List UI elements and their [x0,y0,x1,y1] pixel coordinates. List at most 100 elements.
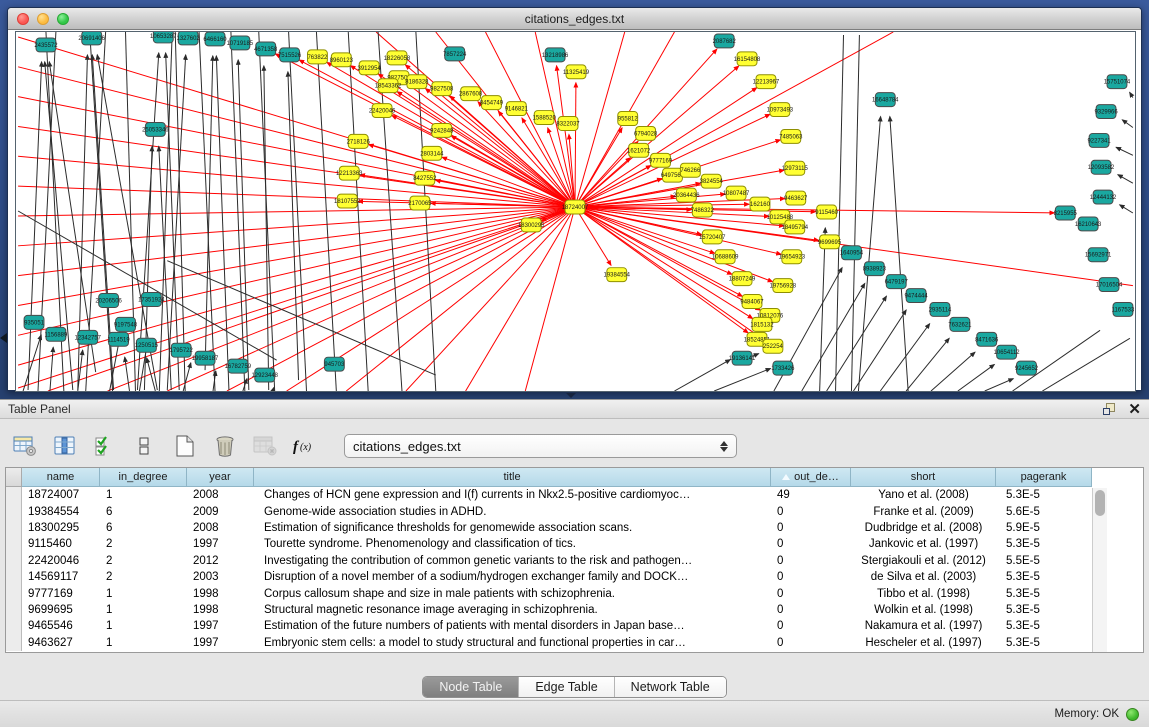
table-row[interactable]: 1938455462009Genome-wide association stu… [6,503,1143,519]
graph-node[interactable]: 2435572 [34,38,58,52]
citation-edge-red[interactable] [575,83,576,207]
tab-node-table[interactable]: Node Table [423,677,519,697]
citation-edge-red[interactable] [48,207,575,391]
graph-node[interactable]: 6466160 [203,32,227,46]
table-cell[interactable]: 6 [100,503,187,519]
table-cell[interactable]: 1 [100,585,187,601]
graph-node[interactable]: 20364436 [673,188,700,202]
table-row[interactable]: 977716911998Corpus callosum shape and si… [6,585,1143,601]
table-row[interactable]: 2242004622012Investigating the contribut… [6,553,1143,569]
table-cell[interactable]: 5.3E-5 [996,569,1092,585]
row-options-icon[interactable] [132,433,158,459]
graph-node[interactable]: 2718126 [347,134,371,148]
citation-edge-black[interactable] [1042,338,1130,391]
graph-node[interactable]: 955812 [618,112,639,126]
table-cell[interactable]: 19384554 [22,503,100,519]
citation-network-graph[interactable]: 1872400776382289601233912954182260589827… [16,32,1135,391]
table-cell[interactable]: 5.3E-5 [996,602,1092,618]
citation-edge-black[interactable] [1120,205,1133,213]
table-row[interactable]: 946554611997Estimation of the future num… [6,618,1143,634]
citation-edge-black[interactable] [49,62,95,372]
graph-node[interactable]: 2935114 [929,302,952,316]
column-header-out-de-[interactable]: out_de… [771,468,851,487]
citation-edge-black[interactable] [348,32,368,391]
citation-edge-black[interactable] [273,388,274,391]
graph-node[interactable]: 12342757 [74,330,101,344]
table-cell[interactable]: 5.3E-5 [996,618,1092,634]
table-cell[interactable]: 9465546 [22,618,100,634]
citation-edge-black[interactable] [802,283,865,391]
graph-node[interactable]: 9777169 [649,153,673,167]
citation-edge-black[interactable] [958,364,995,391]
graph-node[interactable]: 7632621 [948,317,972,331]
column-header-year[interactable]: year [187,468,254,487]
citation-edge-black[interactable] [264,66,269,390]
citation-edge-red[interactable] [575,207,611,265]
table-cell[interactable]: Wolkin et al. (1998) [851,602,996,618]
graph-node[interactable]: 15720407 [699,230,726,244]
graph-node[interactable]: 12923448 [251,368,278,382]
table-cell[interactable]: 1 [100,602,187,618]
graph-node[interactable]: 746266 [680,163,701,177]
float-panel-icon[interactable] [1103,403,1116,416]
graph-node[interactable]: 7485063 [779,129,803,143]
graph-node[interactable]: 9197548 [114,317,138,331]
table-cell[interactable]: Structural magnetic resonance image aver… [254,602,771,618]
scrollbar-thumb[interactable] [1095,490,1105,516]
column-header-in-degree[interactable]: in_degree [100,468,187,487]
graph-node[interactable]: 945703 [324,357,345,371]
graph-node[interactable]: 1167533 [1112,302,1135,316]
node-table-settings-icon[interactable] [12,433,38,459]
table-cell[interactable]: Jankovic et al. (1997) [851,536,996,552]
graph-node[interactable]: 162160 [750,197,771,211]
graph-node[interactable]: 9329966 [1094,105,1118,119]
graph-node[interactable]: 1733426 [771,361,795,375]
graph-node[interactable]: 7857224 [443,47,467,61]
graph-node[interactable]: 9146821 [505,102,529,116]
network-window[interactable]: citations_edges.txt 18724007763822896012… [7,7,1142,391]
graph-node[interactable]: 12093582 [1088,160,1115,174]
table-cell[interactable]: 6 [100,520,187,536]
table-cell[interactable]: 0 [771,536,851,552]
graph-node[interactable]: 2170065 [408,196,432,210]
table-cell[interactable]: 1 [100,487,187,503]
column-visibility-icon[interactable] [52,433,78,459]
graph-node[interactable]: 18543362 [375,79,402,93]
graph-node[interactable]: 9699695 [818,235,842,249]
citation-edge-black[interactable] [851,35,859,391]
graph-node[interactable]: 763822 [307,50,328,64]
graph-node[interactable]: 8454749 [480,96,504,110]
table-cell[interactable]: 9463627 [22,635,100,651]
graph-node[interactable]: 3824554 [700,174,724,188]
table-cell[interactable]: 0 [771,503,851,519]
graph-node[interactable]: 19654923 [779,250,806,264]
graph-node[interactable]: 252254 [763,339,784,353]
table-cell[interactable]: 1997 [187,635,254,651]
table-cell[interactable]: 1998 [187,585,254,601]
column-header-title[interactable]: title [254,468,771,487]
graph-node[interactable]: 8427552 [413,171,437,185]
graph-node[interactable]: 10653287 [150,32,177,43]
table-cell[interactable]: 2 [100,536,187,552]
graph-node[interactable]: 12973115 [782,161,809,175]
table-cell[interactable]: Dudbridge et al. (2008) [851,520,996,536]
table-selector-dropdown[interactable]: citations_edges.txt [344,434,737,458]
citation-edge-black[interactable] [216,56,229,390]
citation-edge-black[interactable] [820,228,826,391]
graph-node[interactable]: 10973493 [767,103,794,117]
graph-node[interactable]: 10688609 [712,250,739,264]
table-cell[interactable]: 0 [771,569,851,585]
citation-edge-black[interactable] [1116,147,1133,155]
graph-node[interactable]: 17016504 [1096,278,1123,292]
graph-node[interactable]: 10654112 [994,345,1021,359]
citation-edge-black[interactable] [1118,175,1133,184]
table-cell[interactable]: Estimation of significance thresholds fo… [254,520,771,536]
graph-node[interactable]: 9115460 [815,205,838,219]
graph-node[interactable]: 19136141 [729,351,756,365]
table-cell[interactable]: 49 [771,487,851,503]
graph-node[interactable]: 9242848 [430,123,454,137]
table-cell[interactable]: 0 [771,585,851,601]
graph-node[interactable]: 8322037 [556,117,580,131]
table-cell[interactable]: 9115460 [22,536,100,552]
table-cell[interactable]: 2009 [187,503,254,519]
